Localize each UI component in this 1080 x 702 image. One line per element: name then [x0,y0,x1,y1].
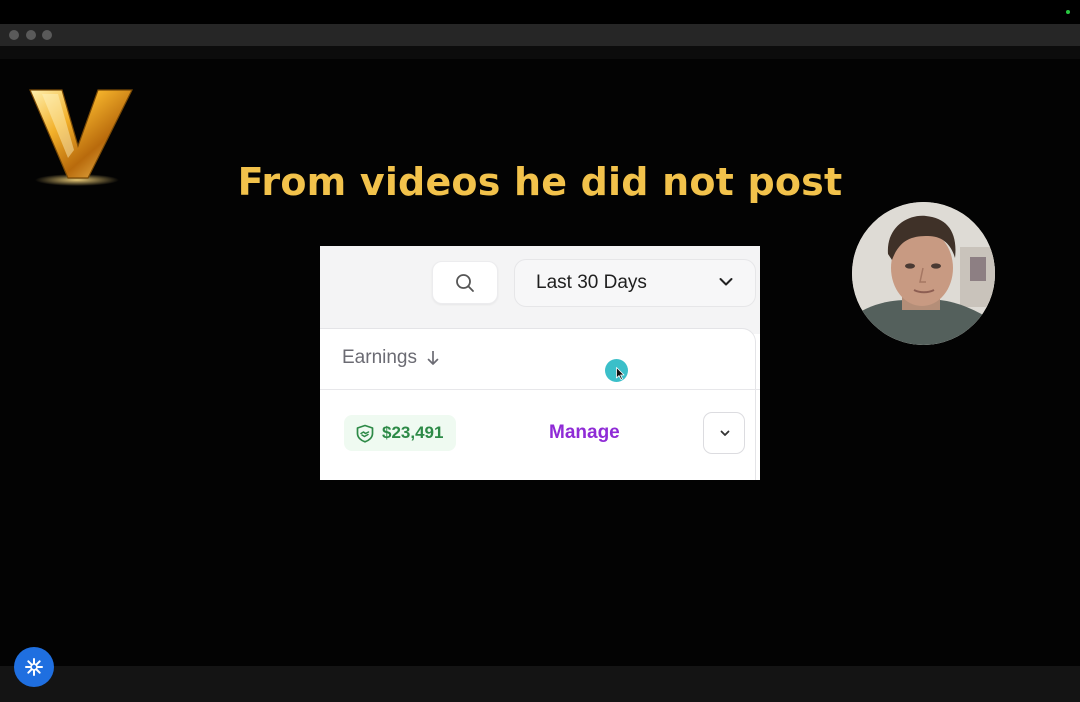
earnings-screenshot: Last 30 Days Earnings $23,491 Manage [320,246,760,480]
search-button[interactable] [432,261,498,304]
handshake-shield-icon [356,424,374,443]
date-range-label: Last 30 Days [536,272,647,293]
earnings-value: $23,491 [382,423,444,442]
bottom-bar [0,666,1080,702]
date-range-select[interactable]: Last 30 Days [514,259,756,307]
headline: From videos he did not post [237,160,843,204]
chevron-down-icon [720,430,730,436]
zoom-window-button[interactable] [42,30,52,40]
manage-link[interactable]: Manage [549,422,620,444]
search-icon [456,274,474,292]
earnings-column-header[interactable]: Earnings [342,347,417,369]
row-divider [320,389,760,390]
assistant-button[interactable] [14,647,54,687]
expand-row-button[interactable] [703,412,745,454]
toolbar-area [0,46,1080,59]
chevron-down-icon [719,278,733,286]
sort-arrow-down-icon [427,351,439,365]
mouse-cursor-icon [616,367,625,380]
top-strip [0,0,1080,24]
earnings-badge: $23,491 [344,415,456,451]
window-titlebar [0,24,1080,46]
asterisk-icon [25,658,43,676]
minimize-window-button[interactable] [26,30,36,40]
close-window-button[interactable] [9,30,19,40]
webcam-presenter [852,202,995,345]
recording-indicator [1066,10,1070,14]
